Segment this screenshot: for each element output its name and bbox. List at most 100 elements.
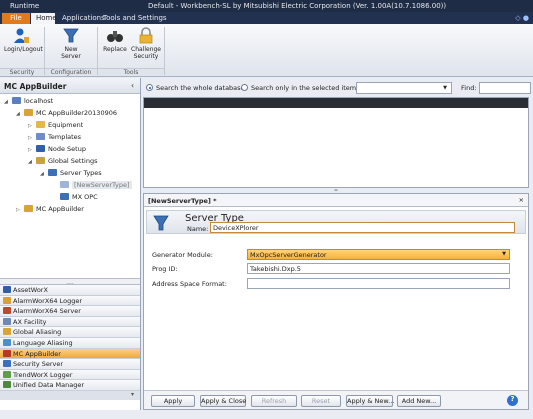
replace-button[interactable]: Replace <box>101 27 129 53</box>
collapsed-arrow-icon[interactable]: ▷ <box>28 147 36 153</box>
alarm-logger-icon <box>3 296 11 304</box>
expanded-arrow-icon[interactable]: ◢ <box>28 159 36 165</box>
nav-item-ax-facility[interactable]: AX Facility <box>0 316 140 328</box>
project-icon <box>24 205 33 212</box>
global-settings-icon <box>36 157 45 164</box>
nav-item-language-aliasing[interactable]: Language Aliasing <box>0 337 140 349</box>
group-security-label: Security <box>0 68 44 76</box>
nav-more-icon[interactable]: ▾ <box>0 390 140 400</box>
ribbon-help-icons[interactable]: ◇ ● <box>515 14 529 22</box>
alarm-server-icon <box>3 307 11 315</box>
editor-panel: [NewServerType] * × Server Type Name: De… <box>143 193 529 410</box>
editor-tab[interactable]: [NewServerType] * × <box>144 194 528 207</box>
user-icon <box>14 28 29 43</box>
apply-close-button[interactable]: Apply & Close <box>200 395 246 407</box>
server-funnel-icon <box>63 28 79 43</box>
new-server-button[interactable]: New Server <box>55 27 87 60</box>
tree-node-templates[interactable]: ▷ Templates <box>28 133 81 143</box>
address-space-format-label: Address Space Format: <box>152 280 227 288</box>
expanded-arrow-icon[interactable]: ◢ <box>40 171 48 177</box>
tree-node-project[interactable]: ◢ MC AppBuilder20130906 <box>16 109 117 119</box>
add-new-button[interactable]: Add New... <box>397 395 441 407</box>
tab-tools-and-settings[interactable]: Tools and Settings <box>98 13 172 24</box>
name-label: Name: <box>187 225 209 233</box>
security-server-icon <box>3 360 11 368</box>
collapsed-arrow-icon[interactable]: ▷ <box>28 135 36 141</box>
node-setup-icon <box>36 145 45 152</box>
tree-node-node-setup[interactable]: ▷ Node Setup <box>28 145 86 155</box>
tab-file[interactable]: File <box>2 13 30 24</box>
tree-node-mc-appbuilder[interactable]: ▷ MC AppBuilder <box>16 205 84 215</box>
lock-icon <box>139 27 153 44</box>
editor-button-bar: Apply Apply & Close Refresh Reset Apply … <box>144 390 528 409</box>
nav-item-trendworx-logger[interactable]: TrendWorX Logger <box>0 369 140 381</box>
mc-appbuilder-icon <box>3 349 11 357</box>
project-icon <box>24 109 33 116</box>
panel-header: MC AppBuilder ‹ <box>0 78 140 94</box>
nav-item-global-aliasing[interactable]: Global Aliasing <box>0 327 140 338</box>
group-configuration-label: Configuration <box>45 68 97 76</box>
assetworx-icon <box>3 286 11 293</box>
language-aliasing-icon <box>3 338 11 346</box>
ax-facility-icon <box>3 317 11 325</box>
search-results-grid[interactable] <box>143 97 529 188</box>
prog-id-label: Prog ID: <box>152 265 178 273</box>
generator-module-label: Generator Module: <box>152 251 213 259</box>
collapse-panel-icon[interactable]: ‹ <box>131 81 134 90</box>
nav-item-alarmworx64-logger[interactable]: AlarmWorX64 Logger <box>0 295 140 307</box>
find-input[interactable] <box>479 82 531 94</box>
results-header <box>144 98 528 108</box>
window-title: Default - Workbench-SL by Mitsubishi Ele… <box>148 2 447 10</box>
generator-module-dropdown[interactable]: MxOpcServerGenerator ▼ <box>247 249 510 260</box>
tree-node-new-server-type[interactable]: [NewServerType] <box>52 181 132 191</box>
search-bar: Search the whole database Search only in… <box>142 81 533 97</box>
editor-header: Server Type Name: DeviceXPlorer <box>146 210 526 234</box>
collapsed-arrow-icon[interactable]: ▷ <box>28 123 36 129</box>
runtime-label[interactable]: Runtime <box>10 2 39 10</box>
chevron-down-icon: ▼ <box>502 251 506 257</box>
reset-button[interactable]: Reset <box>301 395 341 407</box>
tab-home[interactable]: Home <box>31 13 57 24</box>
search-whole-db-radio[interactable] <box>146 84 153 91</box>
tree-node-server-types[interactable]: ◢ Server Types <box>40 169 102 179</box>
name-field[interactable]: DeviceXPlorer <box>210 222 515 233</box>
tree-node-mx-opc[interactable]: MX OPC <box>52 193 98 203</box>
expanded-arrow-icon[interactable]: ◢ <box>16 111 24 117</box>
server-type-icon <box>60 193 69 200</box>
search-selected-label[interactable]: Search only in the selected item <box>251 84 356 92</box>
tree-node-equipment[interactable]: ▷ Equipment <box>28 121 83 131</box>
login-logout-button[interactable]: Login/Logout <box>4 27 43 53</box>
chevron-down-icon: ▼ <box>443 85 447 91</box>
nav-item-security-server[interactable]: Security Server <box>0 359 140 370</box>
nav-item-assetworx[interactable]: AssetWorX <box>0 285 140 296</box>
ribbon: Login/Logout New Server Replace Challeng… <box>0 24 533 77</box>
apply-button[interactable]: Apply <box>151 395 195 407</box>
server-type-icon <box>153 215 169 231</box>
navigation-list: AssetWorX AlarmWorX64 Logger AlarmWorX64… <box>0 285 140 400</box>
search-scope-dropdown[interactable]: ▼ <box>356 82 452 94</box>
search-whole-db-label[interactable]: Search the whole database <box>156 84 245 92</box>
left-panel: MC AppBuilder ‹ ◢ localhost ◢ MC AppBuilde… <box>0 78 141 410</box>
apply-new-button[interactable]: Apply & New... <box>346 395 394 407</box>
tree-node-localhost[interactable]: ◢ localhost <box>4 97 53 107</box>
nav-item-mc-appbuilder[interactable]: MC AppBuilder <box>0 348 140 360</box>
group-divider <box>164 27 165 75</box>
collapsed-arrow-icon[interactable]: ▷ <box>16 207 24 213</box>
close-icon[interactable]: × <box>519 196 524 204</box>
templates-icon <box>36 133 45 140</box>
address-space-format-field[interactable] <box>247 278 510 289</box>
search-selected-radio[interactable] <box>241 84 248 91</box>
panel-splitter[interactable]: .... <box>0 278 140 286</box>
global-aliasing-icon <box>3 328 11 336</box>
tree-node-global-settings[interactable]: ◢ Global Settings <box>28 157 97 167</box>
server-icon <box>12 97 21 104</box>
help-icon[interactable]: ? <box>507 395 518 406</box>
refresh-button[interactable]: Refresh <box>251 395 297 407</box>
expanded-arrow-icon[interactable]: ◢ <box>4 99 12 105</box>
prog-id-field[interactable]: Takebishi.Dxp.5 <box>247 263 510 274</box>
nav-item-alarmworx64-server[interactable]: AlarmWorX64 Server <box>0 306 140 317</box>
editor-tab-label: [NewServerType] * <box>148 197 217 205</box>
nav-item-unified-data-manager[interactable]: Unified Data Manager <box>0 380 140 391</box>
server-types-icon <box>48 169 57 176</box>
challenge-security-button[interactable]: Challenge Security <box>131 27 161 60</box>
